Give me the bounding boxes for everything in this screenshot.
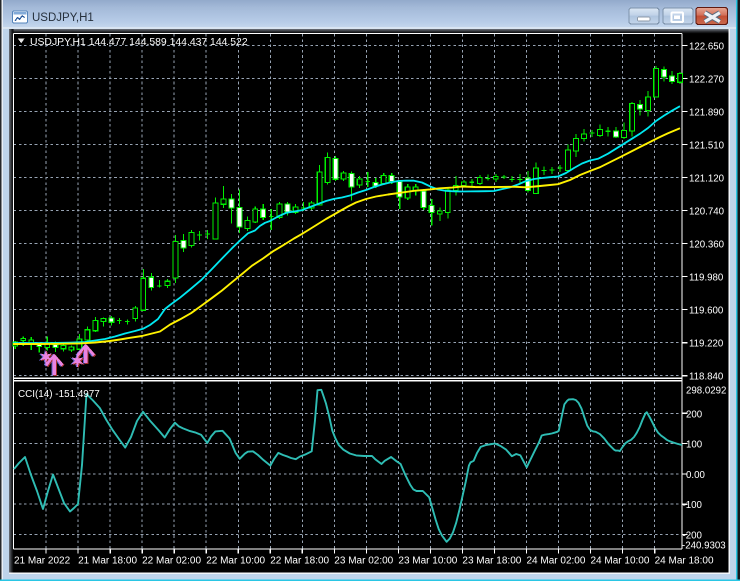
svg-text:24 Mar 18:00: 24 Mar 18:00 [655,556,714,567]
svg-text:-100: -100 [683,500,703,511]
svg-text:21 Mar 18:00: 21 Mar 18:00 [78,556,137,567]
svg-text:120.740: 120.740 [689,207,725,218]
svg-text:119.600: 119.600 [689,306,724,317]
svg-text:24 Mar 10:00: 24 Mar 10:00 [591,556,650,567]
svg-text:22 Mar 18:00: 22 Mar 18:00 [270,556,329,567]
svg-text:23 Mar 10:00: 23 Mar 10:00 [398,556,457,567]
svg-text:0.00: 0.00 [686,470,705,481]
svg-text:121.120: 121.120 [689,174,725,185]
svg-text:298.0292: 298.0292 [686,385,726,396]
svg-text:23 Mar 02:00: 23 Mar 02:00 [334,556,393,567]
svg-text:122.270: 122.270 [689,74,725,85]
svg-text:122.650: 122.650 [689,41,725,52]
svg-text:21 Mar 2022: 21 Mar 2022 [14,556,71,567]
svg-text:121.510: 121.510 [689,141,725,152]
svg-text:USDJPY,H1 144.477 144.589 144.: USDJPY,H1 144.477 144.589 144.437 144.52… [30,37,248,48]
svg-text:119.980: 119.980 [689,273,724,284]
svg-text:USDJPY,H1: USDJPY,H1 [32,12,94,24]
svg-text:119.220: 119.220 [689,339,724,350]
svg-text:100: 100 [686,440,703,451]
svg-text:23 Mar 18:00: 23 Mar 18:00 [462,556,521,567]
svg-text:CCI(14) -151.4977: CCI(14) -151.4977 [18,389,100,400]
svg-text:24 Mar 02:00: 24 Mar 02:00 [527,556,586,567]
svg-text:200: 200 [686,409,703,420]
svg-text:22 Mar 02:00: 22 Mar 02:00 [142,556,201,567]
svg-text:120.360: 120.360 [689,240,725,251]
svg-text:-240.9303: -240.9303 [682,541,726,552]
svg-text:121.890: 121.890 [689,108,725,119]
svg-text:118.840: 118.840 [689,372,724,383]
svg-text:22 Mar 10:00: 22 Mar 10:00 [206,556,265,567]
